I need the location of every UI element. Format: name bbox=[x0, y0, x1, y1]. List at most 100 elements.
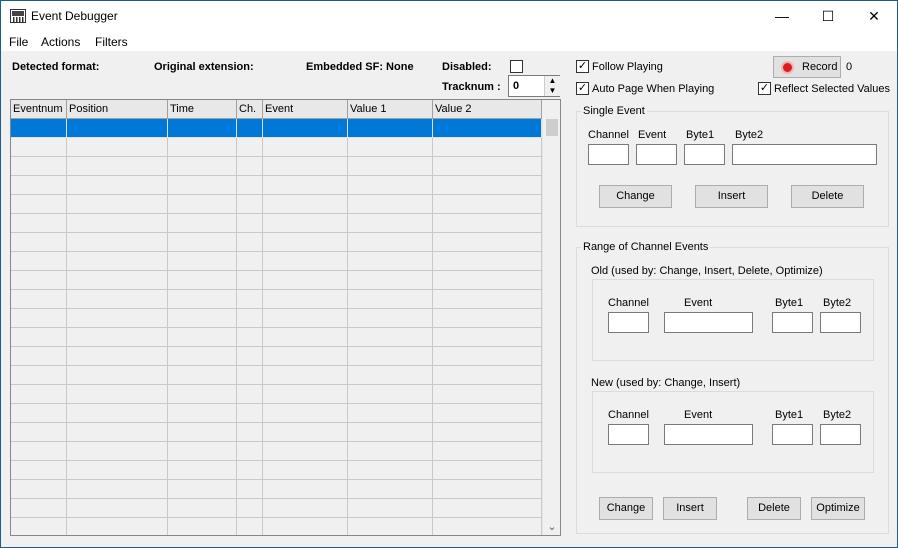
table-cell[interactable] bbox=[168, 195, 237, 214]
table-cell[interactable] bbox=[11, 309, 67, 328]
table-cell[interactable] bbox=[11, 423, 67, 442]
table-cell[interactable] bbox=[168, 404, 237, 423]
table-cell[interactable] bbox=[67, 461, 168, 480]
table-cell[interactable] bbox=[433, 423, 542, 442]
table-cell[interactable] bbox=[168, 328, 237, 347]
table-cell[interactable] bbox=[11, 290, 67, 309]
table-cell[interactable] bbox=[237, 347, 263, 366]
table-cell[interactable] bbox=[237, 252, 263, 271]
table-cell[interactable] bbox=[348, 176, 433, 195]
table-cell[interactable] bbox=[67, 119, 168, 138]
table-cell[interactable] bbox=[11, 366, 67, 385]
table-cell[interactable] bbox=[263, 423, 348, 442]
tracknum-spinner[interactable]: 0 ▲ ▼ bbox=[508, 75, 560, 97]
new-event-input[interactable] bbox=[664, 424, 753, 445]
reflect-selected-checkbox[interactable]: ✓ bbox=[758, 82, 771, 95]
old-byte2-input[interactable] bbox=[820, 312, 861, 333]
table-cell[interactable] bbox=[263, 480, 348, 499]
table-cell[interactable] bbox=[348, 195, 433, 214]
table-cell[interactable] bbox=[168, 442, 237, 461]
table-cell[interactable] bbox=[168, 499, 237, 518]
column-header[interactable]: Eventnum bbox=[11, 100, 67, 119]
table-cell[interactable] bbox=[67, 442, 168, 461]
table-cell[interactable] bbox=[67, 499, 168, 518]
range-insert-button[interactable]: Insert bbox=[663, 497, 717, 520]
old-channel-input[interactable] bbox=[608, 312, 649, 333]
table-cell[interactable] bbox=[433, 233, 542, 252]
column-header[interactable]: Value 2 bbox=[433, 100, 542, 119]
table-cell[interactable] bbox=[11, 347, 67, 366]
menu-actions[interactable]: Actions bbox=[41, 35, 80, 49]
table-cell[interactable] bbox=[168, 423, 237, 442]
table-cell[interactable] bbox=[67, 157, 168, 176]
range-delete-button[interactable]: Delete bbox=[747, 497, 801, 520]
table-cell[interactable] bbox=[11, 404, 67, 423]
table-cell[interactable] bbox=[67, 366, 168, 385]
table-row[interactable] bbox=[11, 176, 542, 195]
table-cell[interactable] bbox=[237, 119, 263, 138]
table-cell[interactable] bbox=[348, 138, 433, 157]
table-row[interactable] bbox=[11, 518, 542, 535]
table-cell[interactable] bbox=[237, 461, 263, 480]
table-cell[interactable] bbox=[263, 404, 348, 423]
table-cell[interactable] bbox=[237, 138, 263, 157]
table-cell[interactable] bbox=[11, 271, 67, 290]
table-cell[interactable] bbox=[263, 461, 348, 480]
table-cell[interactable] bbox=[433, 271, 542, 290]
single-byte2-input[interactable] bbox=[732, 144, 877, 165]
spin-down-icon[interactable]: ▼ bbox=[544, 86, 560, 96]
table-cell[interactable] bbox=[237, 309, 263, 328]
table-cell[interactable] bbox=[237, 195, 263, 214]
column-header[interactable]: Event bbox=[263, 100, 348, 119]
table-cell[interactable] bbox=[433, 480, 542, 499]
table-cell[interactable] bbox=[237, 518, 263, 535]
range-change-button[interactable]: Change bbox=[599, 497, 653, 520]
table-cell[interactable] bbox=[263, 442, 348, 461]
table-cell[interactable] bbox=[263, 157, 348, 176]
table-cell[interactable] bbox=[11, 195, 67, 214]
table-cell[interactable] bbox=[237, 404, 263, 423]
table-cell[interactable] bbox=[263, 366, 348, 385]
table-cell[interactable] bbox=[237, 157, 263, 176]
grid-scrollbar[interactable]: ⌄ bbox=[542, 119, 560, 535]
column-header[interactable]: Ch. bbox=[237, 100, 263, 119]
table-cell[interactable] bbox=[168, 157, 237, 176]
table-row[interactable] bbox=[11, 366, 542, 385]
table-cell[interactable] bbox=[348, 328, 433, 347]
follow-playing-checkbox[interactable]: ✓ bbox=[576, 60, 589, 73]
new-byte2-input[interactable] bbox=[820, 424, 861, 445]
table-cell[interactable] bbox=[11, 138, 67, 157]
spin-up-icon[interactable]: ▲ bbox=[544, 76, 560, 86]
table-cell[interactable] bbox=[67, 138, 168, 157]
table-cell[interactable] bbox=[263, 347, 348, 366]
table-cell[interactable] bbox=[11, 119, 67, 138]
table-cell[interactable] bbox=[433, 518, 542, 535]
table-cell[interactable] bbox=[11, 233, 67, 252]
table-cell[interactable] bbox=[348, 385, 433, 404]
column-header[interactable]: Value 1 bbox=[348, 100, 433, 119]
table-cell[interactable] bbox=[67, 233, 168, 252]
table-cell[interactable] bbox=[67, 328, 168, 347]
table-cell[interactable] bbox=[348, 480, 433, 499]
table-cell[interactable] bbox=[237, 423, 263, 442]
table-cell[interactable] bbox=[263, 138, 348, 157]
table-cell[interactable] bbox=[67, 271, 168, 290]
table-cell[interactable] bbox=[168, 366, 237, 385]
close-button[interactable]: ✕ bbox=[851, 1, 897, 31]
table-cell[interactable] bbox=[67, 195, 168, 214]
table-cell[interactable] bbox=[67, 480, 168, 499]
table-row[interactable] bbox=[11, 385, 542, 404]
table-cell[interactable] bbox=[348, 347, 433, 366]
table-cell[interactable] bbox=[168, 233, 237, 252]
table-row[interactable] bbox=[11, 119, 542, 138]
scroll-thumb[interactable] bbox=[546, 119, 558, 136]
table-cell[interactable] bbox=[11, 214, 67, 233]
table-cell[interactable] bbox=[348, 290, 433, 309]
table-cell[interactable] bbox=[11, 461, 67, 480]
table-cell[interactable] bbox=[168, 214, 237, 233]
table-cell[interactable] bbox=[433, 461, 542, 480]
table-row[interactable] bbox=[11, 328, 542, 347]
table-cell[interactable] bbox=[168, 119, 237, 138]
table-cell[interactable] bbox=[168, 138, 237, 157]
table-row[interactable] bbox=[11, 480, 542, 499]
